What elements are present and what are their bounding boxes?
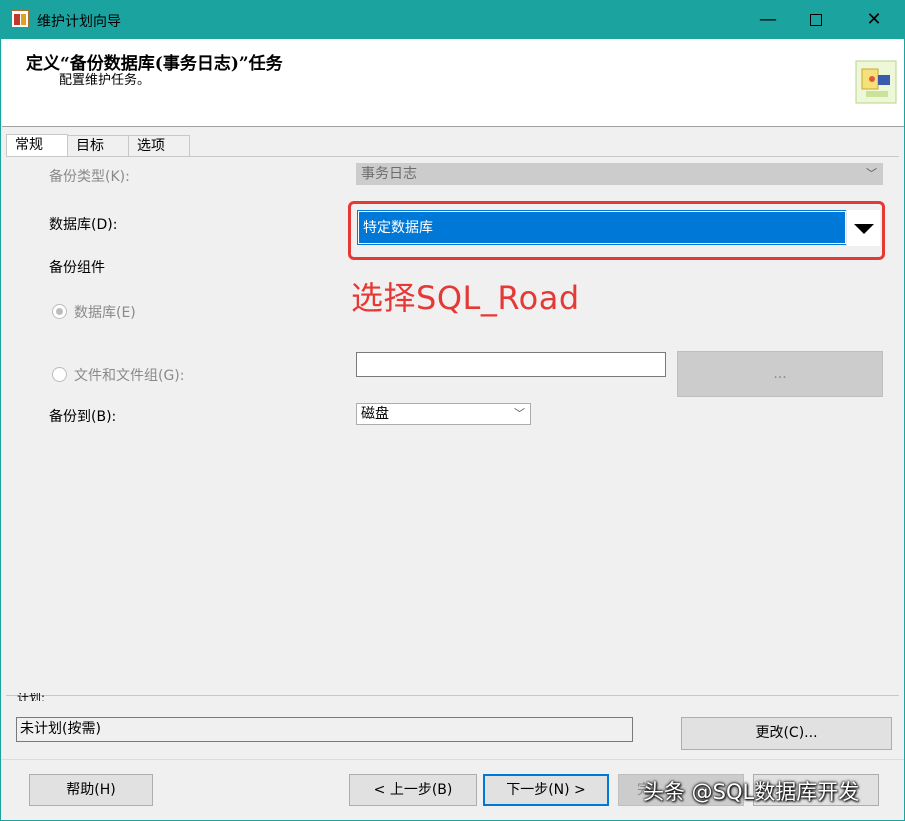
watermark-text: 头条 @SQL数据库开发 — [643, 780, 860, 804]
window-title: 维护计划向导 — [37, 14, 121, 30]
next-button[interactable]: 下一步(N) > — [483, 774, 609, 806]
radio-files[interactable] — [52, 367, 67, 382]
radio-database[interactable] — [52, 304, 67, 319]
backup-to-value: 磁盘 — [361, 406, 389, 422]
browse-files-button[interactable]: ... — [677, 351, 883, 397]
annotation-text: 选择SQL_Road — [351, 279, 580, 317]
backup-type-value: 事务日志 — [361, 166, 417, 182]
wizard-illustration-icon — [855, 60, 897, 104]
schedule-value: 未计划(按需) — [20, 721, 101, 737]
tab-options[interactable]: 选项 — [128, 135, 190, 157]
change-schedule-button[interactable]: 更改(C)... — [681, 717, 892, 750]
database-select[interactable]: 特定数据库 — [357, 210, 847, 245]
chevron-down-icon: ﹀ — [514, 407, 525, 420]
tab-destination[interactable]: 目标 — [67, 135, 129, 157]
files-input[interactable] — [356, 352, 666, 377]
title-bar: 维护计划向导 — ✕ — [1, 1, 904, 39]
close-button[interactable]: ✕ — [851, 1, 897, 39]
schedule-field: 未计划(按需) — [16, 717, 633, 742]
tab-general[interactable]: 常规 — [6, 134, 68, 158]
wizard-window: 维护计划向导 — ✕ 定义“备份数据库(事务日志)”任务 配置维护任务。 常规 … — [0, 0, 905, 821]
backup-type-select[interactable]: 事务日志 ﹀ — [356, 163, 883, 185]
maximize-button[interactable] — [793, 1, 839, 39]
database-value: 特定数据库 — [363, 220, 433, 236]
back-button[interactable]: < 上一步(B) — [349, 774, 477, 806]
app-icon — [11, 10, 29, 28]
backup-type-label: 备份类型(K): — [49, 169, 130, 185]
database-label: 数据库(D): — [49, 217, 118, 233]
wizard-header: 定义“备份数据库(事务日志)”任务 配置维护任务。 — [2, 39, 904, 127]
footer-divider — [1, 759, 904, 760]
schedule-divider — [6, 695, 899, 696]
schedule-label: 计划: — [17, 693, 46, 701]
backup-to-select[interactable]: 磁盘 ﹀ — [356, 403, 531, 425]
maximize-icon — [810, 14, 822, 26]
chevron-down-icon: ﹀ — [866, 167, 877, 180]
minimize-button[interactable]: — — [745, 1, 791, 39]
page-subtitle: 配置维护任务。 — [59, 73, 151, 88]
backup-component-label: 备份组件 — [49, 260, 105, 276]
radio-files-label: 文件和文件组(G): — [74, 368, 185, 384]
database-dropdown-arrow-icon[interactable] — [846, 210, 880, 246]
backup-to-label: 备份到(B): — [49, 409, 117, 425]
radio-database-label: 数据库(E) — [74, 305, 136, 321]
help-button[interactable]: 帮助(H) — [29, 774, 153, 806]
